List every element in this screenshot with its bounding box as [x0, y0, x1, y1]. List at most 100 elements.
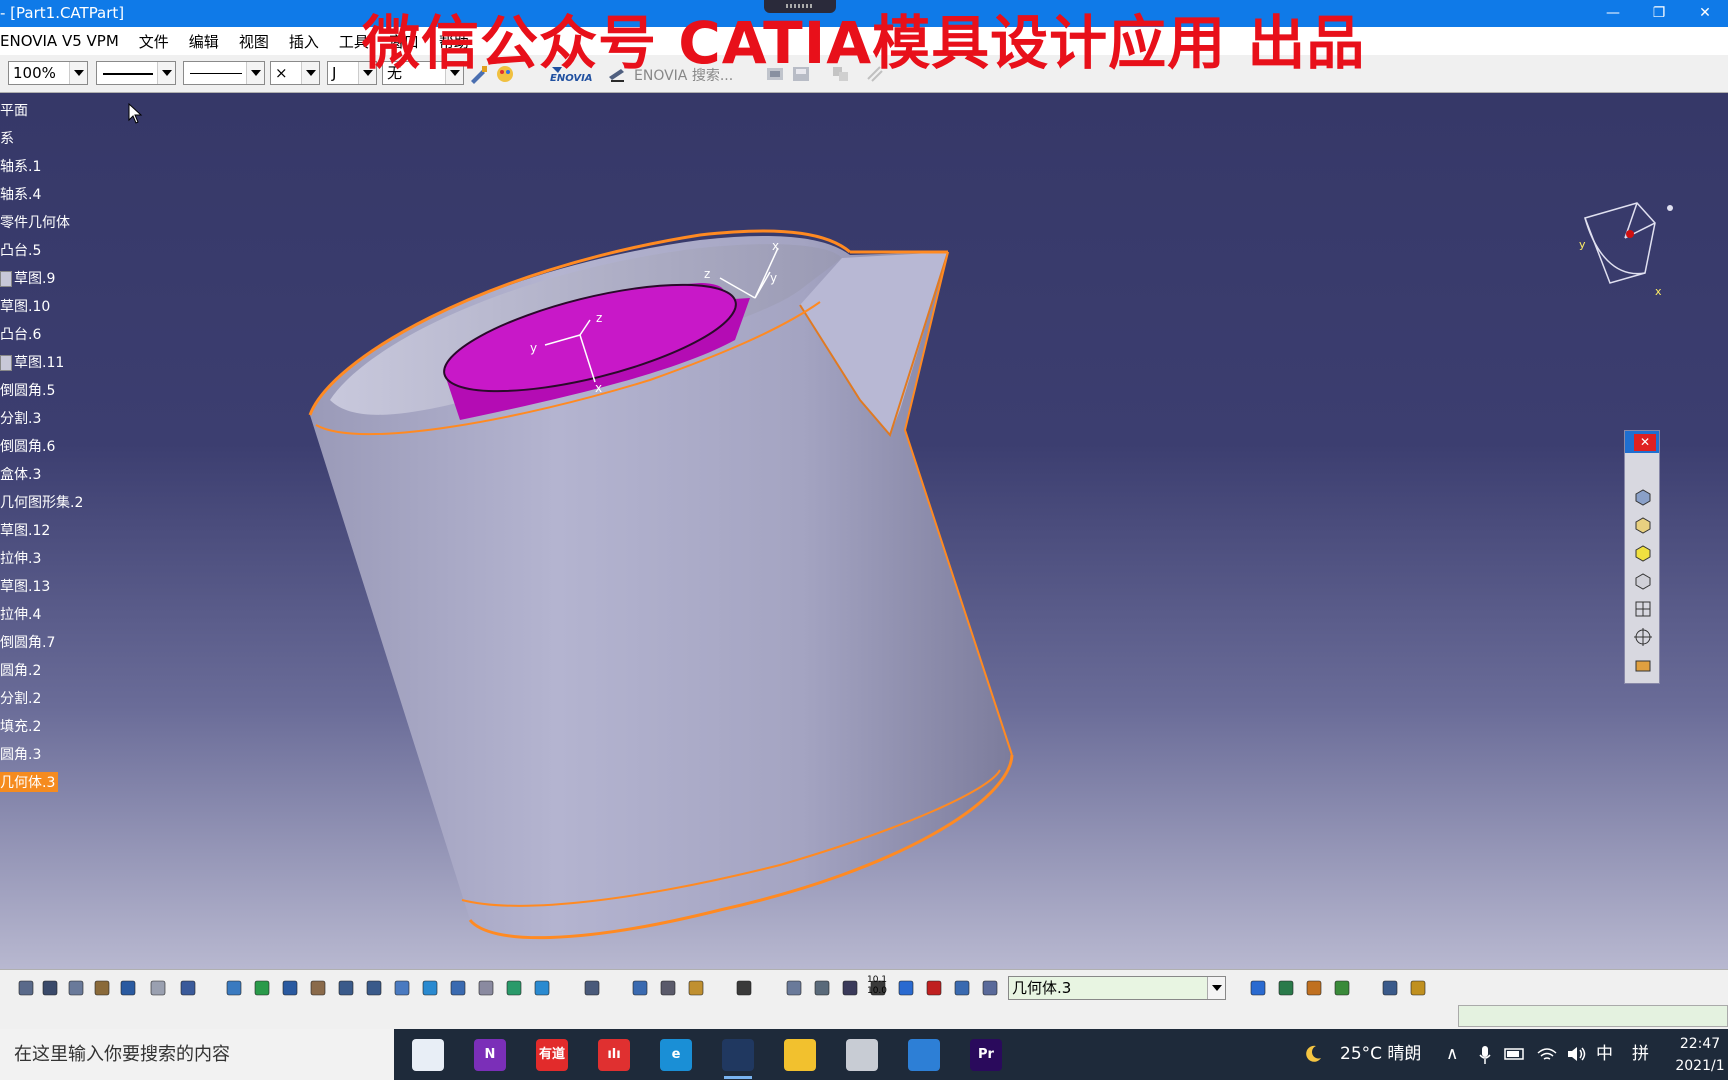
taskbar-app-photos[interactable] [908, 1039, 940, 1071]
options-icon[interactable] [1408, 978, 1428, 998]
swap-visible-icon[interactable] [532, 978, 552, 998]
redo-icon[interactable] [148, 978, 168, 998]
sketch-mode-icon[interactable] [582, 978, 602, 998]
weather-text[interactable]: 25°C 晴朗 [1340, 1029, 1421, 1080]
chevron-down-icon[interactable] [69, 62, 87, 84]
tree-item[interactable]: 盒体.3 [0, 464, 41, 484]
view-mode-icon[interactable] [1633, 487, 1653, 507]
chevron-down-icon[interactable] [157, 62, 175, 84]
tree-item[interactable]: 几何图形集.2 [0, 492, 83, 512]
menu-enovia[interactable]: ENOVIA V5 VPM [0, 32, 129, 50]
hidden-edges-icon[interactable] [1633, 571, 1653, 591]
tree-item[interactable]: 拉伸.4 [0, 604, 41, 624]
ime-indicator[interactable]: 中 [1596, 1029, 1613, 1080]
current-body-combo[interactable]: 几何体.3 [1008, 976, 1226, 1000]
taskbar-app-catia-active[interactable] [722, 1039, 754, 1079]
fly-mode-icon[interactable] [224, 978, 244, 998]
line-type-combo[interactable] [96, 61, 176, 85]
tree-item[interactable]: 倒圆角.6 [0, 436, 55, 456]
close-icon[interactable]: ✕ [1634, 434, 1656, 451]
taskbar-app-audio[interactable]: ılı [598, 1039, 630, 1071]
taskbar-clock[interactable]: 22:47 2021/1 [1672, 1033, 1728, 1077]
point-style-combo[interactable]: × [270, 61, 320, 85]
copy-icon[interactable] [66, 978, 86, 998]
taskbar-app-premiere[interactable]: Pr [970, 1039, 1002, 1071]
material-icon[interactable] [1304, 978, 1324, 998]
tree-item[interactable]: 轴系.1 [0, 156, 41, 176]
tree-item[interactable]: 拉伸.3 [0, 548, 41, 568]
tree-item[interactable]: 平面 [0, 100, 28, 120]
zoom-out-icon[interactable] [364, 978, 384, 998]
tree-item[interactable]: 分割.3 [0, 408, 41, 428]
tree-item[interactable]: 倒圆角.7 [0, 632, 55, 652]
shading-icon[interactable] [476, 978, 496, 998]
material-icon[interactable] [1633, 655, 1653, 675]
tree-item[interactable]: 几何体.3 [0, 772, 59, 792]
chevron-down-icon[interactable] [1207, 977, 1225, 999]
menu-edit[interactable]: 编辑 [179, 31, 229, 52]
taskbar-app-catia[interactable] [412, 1039, 444, 1071]
normal-view-icon[interactable] [392, 978, 412, 998]
zoom-combo[interactable]: 100% [8, 61, 88, 85]
refresh-icon[interactable] [784, 978, 804, 998]
tree-item[interactable]: 凸台.5 [0, 240, 41, 260]
taskbar-app-onenote[interactable]: N [474, 1039, 506, 1071]
pan-icon[interactable] [280, 978, 300, 998]
taskbar-search-input[interactable]: 在这里输入你要搜索的内容 [0, 1029, 394, 1080]
tree-item[interactable]: 凸台.6 [0, 324, 41, 344]
tree-item[interactable]: 圆角.2 [0, 660, 41, 680]
tree-item[interactable]: 倒圆角.5 [0, 380, 55, 400]
battery-icon[interactable] [1504, 1047, 1526, 1061]
zoom-in-icon[interactable] [336, 978, 356, 998]
target-icon[interactable] [1633, 627, 1653, 647]
tree-item[interactable]: 草图.10 [0, 296, 50, 316]
tree-item[interactable]: 圆角.3 [0, 744, 41, 764]
bottle-icon[interactable] [686, 978, 706, 998]
layer-icon[interactable] [952, 978, 972, 998]
chevron-down-icon[interactable] [246, 62, 264, 84]
print-icon[interactable] [16, 978, 36, 998]
shading-icon[interactable] [1633, 515, 1653, 535]
maximize-button[interactable]: ❐ [1636, 0, 1682, 27]
axis-system-icon[interactable] [840, 978, 860, 998]
close-button[interactable]: ✕ [1682, 0, 1728, 27]
floating-toolbar-header[interactable]: ✕ [1625, 431, 1659, 453]
part-model[interactable]: y z x x z y [0, 93, 1728, 969]
tree-item[interactable]: 草图.9 [0, 268, 55, 288]
plane-icon[interactable] [980, 978, 1000, 998]
compass-widget[interactable]: y x [1575, 193, 1675, 303]
moon-weather-icon[interactable] [1302, 1043, 1324, 1065]
chevron-up-icon[interactable]: ∧ [1446, 1029, 1458, 1080]
taskbar-app-edge[interactable]: e [660, 1039, 692, 1071]
fit-all-icon[interactable] [252, 978, 272, 998]
paste-icon[interactable] [92, 978, 112, 998]
command-input[interactable] [1458, 1005, 1728, 1027]
minimize-button[interactable]: — [1590, 0, 1636, 27]
microphone-icon[interactable] [1478, 1045, 1492, 1065]
iso-view-icon[interactable] [448, 978, 468, 998]
cut-icon[interactable] [40, 978, 60, 998]
line-weight-combo[interactable] [183, 61, 265, 85]
tree-item[interactable]: 分割.2 [0, 688, 41, 708]
menu-view[interactable]: 视图 [229, 31, 279, 52]
wifi-icon[interactable] [1536, 1045, 1558, 1063]
menu-file[interactable]: 文件 [129, 31, 179, 52]
tree-item[interactable]: 草图.11 [0, 352, 64, 372]
taskbar-app-remote[interactable] [846, 1039, 878, 1071]
tree-item[interactable]: 草图.12 [0, 520, 50, 540]
shading-edges-icon[interactable] [1633, 543, 1653, 563]
volume-icon[interactable] [1566, 1045, 1588, 1063]
multi-view-icon[interactable] [420, 978, 440, 998]
publish-icon[interactable] [1248, 978, 1268, 998]
scale-label[interactable]: 10.1 10.0 [866, 975, 888, 997]
chevron-down-icon[interactable] [301, 62, 319, 84]
taskbar-app-explorer[interactable] [784, 1039, 816, 1071]
snap-icon[interactable] [924, 978, 944, 998]
graph-icon[interactable] [1276, 978, 1296, 998]
rotate-icon[interactable] [308, 978, 328, 998]
undo-icon[interactable] [118, 978, 138, 998]
globe-icon[interactable] [812, 978, 832, 998]
measure-icon[interactable] [630, 978, 650, 998]
wireframe-icon[interactable] [1633, 599, 1653, 619]
tree-item[interactable]: 系 [0, 128, 14, 148]
